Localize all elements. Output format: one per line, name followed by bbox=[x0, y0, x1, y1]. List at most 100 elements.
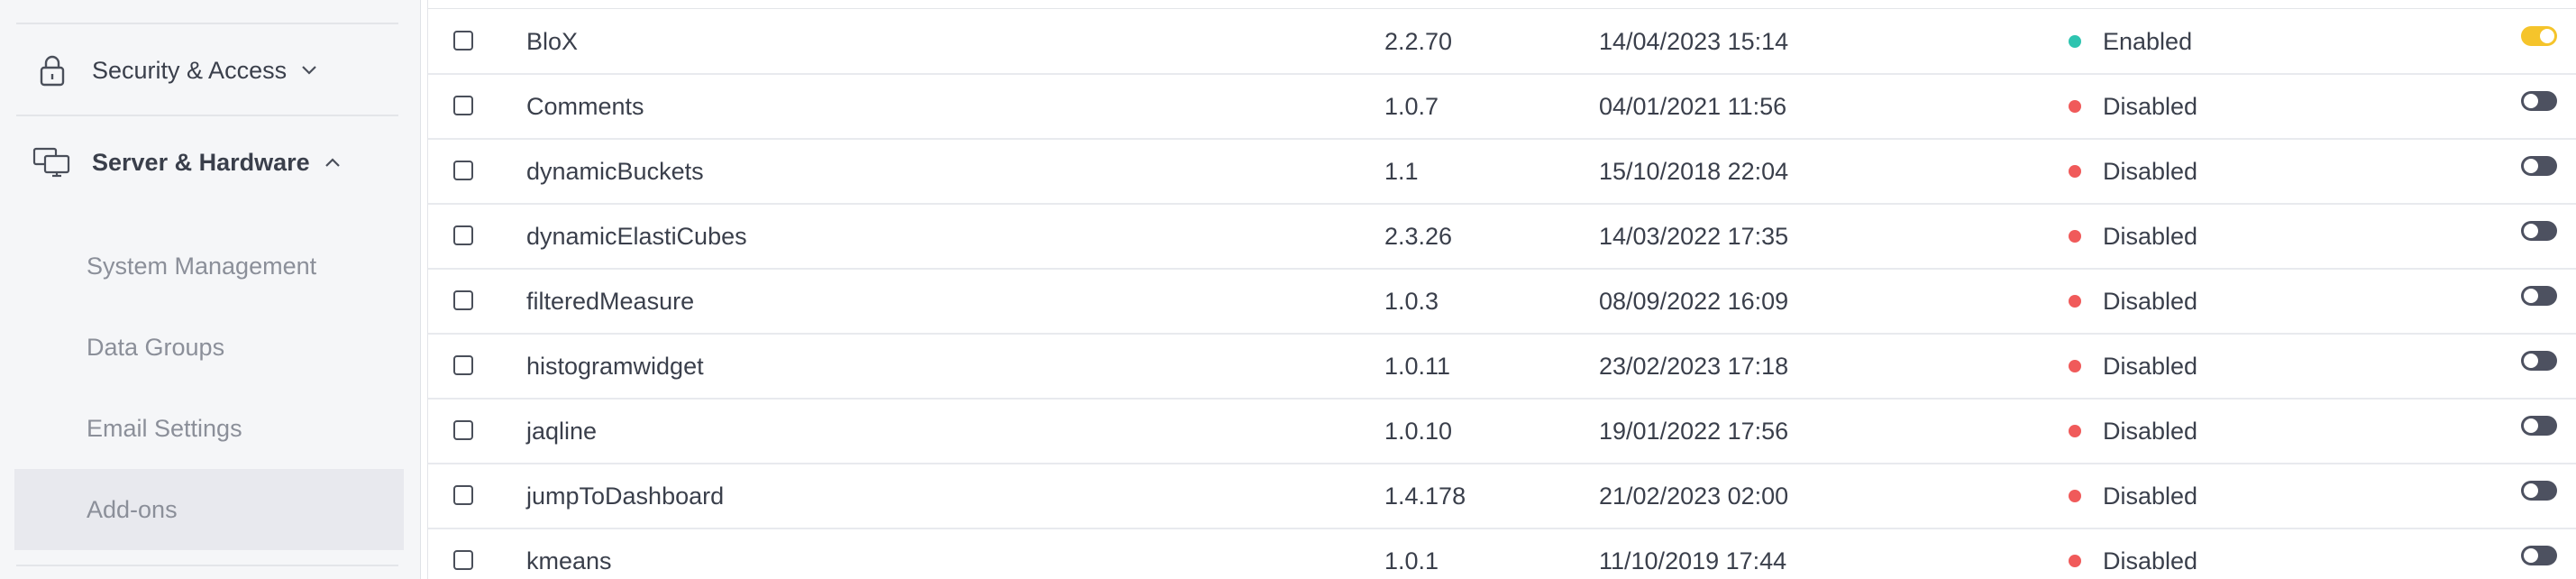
addon-status: Enabled bbox=[2069, 10, 2192, 73]
addon-status-label: Disabled bbox=[2103, 352, 2198, 380]
admin-app: Security & Access Server & Hardware Syst… bbox=[0, 0, 2576, 579]
sidebar-divider bbox=[16, 115, 398, 116]
addon-enable-toggle[interactable] bbox=[2521, 416, 2557, 436]
addon-enable-toggle[interactable] bbox=[2521, 91, 2557, 111]
sidebar-divider bbox=[16, 23, 398, 24]
row-select-checkbox[interactable] bbox=[453, 225, 473, 245]
addon-enable-toggle[interactable] bbox=[2521, 351, 2557, 371]
sidebar-group-server[interactable]: Server & Hardware bbox=[16, 129, 404, 196]
addon-status-label: Disabled bbox=[2103, 417, 2198, 445]
row-select-checkbox[interactable] bbox=[453, 290, 473, 310]
lock-icon bbox=[31, 49, 74, 92]
status-dot-icon bbox=[2069, 295, 2081, 308]
addon-name: jumpToDashboard bbox=[526, 482, 725, 510]
sidebar-item-data-groups[interactable]: Data Groups bbox=[14, 307, 404, 388]
toggle-knob bbox=[2522, 92, 2540, 110]
addon-version: 1.0.3 bbox=[1384, 287, 1439, 315]
addon-name: filteredMeasure bbox=[526, 287, 695, 315]
table-row: dynamicElastiCubes 2.3.26 14/03/2022 17:35… bbox=[428, 205, 2576, 270]
addon-name: kmeans bbox=[526, 547, 612, 574]
sidebar-item-system-management[interactable]: System Management bbox=[14, 225, 404, 307]
addon-enable-toggle[interactable] bbox=[2521, 481, 2557, 501]
monitors-icon bbox=[31, 141, 74, 184]
table-top-border bbox=[428, 8, 2576, 9]
addon-name: histogramwidget bbox=[526, 352, 704, 380]
addon-enable-toggle[interactable] bbox=[2521, 546, 2557, 565]
addon-name: dynamicElastiCubes bbox=[526, 222, 747, 250]
addon-status: Disabled bbox=[2069, 400, 2197, 463]
addon-install-date: 23/02/2023 17:18 bbox=[1599, 352, 1789, 380]
status-dot-icon bbox=[2069, 360, 2081, 372]
sidebar-item-label: Email Settings bbox=[87, 414, 242, 442]
sidebar-group-label: Server & Hardware bbox=[92, 148, 310, 176]
toggle-knob bbox=[2522, 157, 2540, 175]
sidebar-group-label: Security & Access bbox=[92, 56, 288, 84]
status-dot-icon bbox=[2069, 35, 2081, 48]
addon-version: 1.0.11 bbox=[1384, 352, 1451, 380]
row-select-checkbox[interactable] bbox=[453, 355, 473, 375]
addons-table: BloX 2.2.70 14/04/2023 15:14 Enabled Comment… bbox=[427, 0, 2576, 579]
addon-status: Disabled bbox=[2069, 205, 2197, 268]
sidebar-divider bbox=[16, 565, 398, 566]
toggle-knob bbox=[2522, 547, 2540, 565]
toggle-knob bbox=[2522, 287, 2540, 305]
sidebar-item-add-ons[interactable]: Add-ons bbox=[14, 469, 404, 550]
addon-version: 2.2.70 bbox=[1384, 27, 1453, 55]
addon-status-label: Disabled bbox=[2103, 482, 2198, 510]
addon-install-date: 08/09/2022 16:09 bbox=[1599, 287, 1789, 315]
status-dot-icon bbox=[2069, 100, 2081, 113]
table-row: filteredMeasure 1.0.3 08/09/2022 16:09 Disa… bbox=[428, 270, 2576, 335]
addon-install-date: 11/10/2019 17:44 bbox=[1599, 547, 1787, 574]
chevron-down-icon bbox=[299, 60, 319, 80]
addon-status-label: Disabled bbox=[2103, 287, 2198, 315]
addon-status: Disabled bbox=[2069, 335, 2197, 398]
addon-version: 1.0.1 bbox=[1384, 547, 1439, 574]
addon-install-date: 21/02/2023 02:00 bbox=[1599, 482, 1789, 510]
addon-version: 1.1 bbox=[1384, 157, 1419, 185]
table-row: jaqline 1.0.10 19/01/2022 17:56 Disabled bbox=[428, 400, 2576, 464]
addon-name: Comments bbox=[526, 92, 644, 120]
row-select-checkbox[interactable] bbox=[453, 550, 473, 570]
row-select-checkbox[interactable] bbox=[453, 96, 473, 115]
table-row: dynamicBuckets 1.1 15/10/2018 22:04 Disable… bbox=[428, 140, 2576, 205]
sidebar-group-security[interactable]: Security & Access bbox=[16, 37, 404, 104]
sidebar-item-email-settings[interactable]: Email Settings bbox=[14, 388, 404, 469]
sidebar-item-label: System Management bbox=[87, 252, 317, 280]
toggle-knob bbox=[2522, 482, 2540, 500]
addon-install-date: 14/03/2022 17:35 bbox=[1599, 222, 1789, 250]
row-select-checkbox[interactable] bbox=[453, 31, 473, 51]
table-row: jumpToDashboard 1.4.178 21/02/2023 02:00 Di… bbox=[428, 464, 2576, 529]
table-row: Comments 1.0.7 04/01/2021 11:56 Disabled bbox=[428, 75, 2576, 140]
table-row: BloX 2.2.70 14/04/2023 15:14 Enabled bbox=[428, 10, 2576, 75]
toggle-knob bbox=[2522, 417, 2540, 435]
toggle-knob bbox=[2522, 222, 2540, 240]
addon-version: 1.0.10 bbox=[1384, 417, 1453, 445]
addon-enable-toggle[interactable] bbox=[2521, 286, 2557, 306]
sidebar: Security & Access Server & Hardware Syst… bbox=[0, 0, 421, 579]
addon-version: 2.3.26 bbox=[1384, 222, 1453, 250]
addon-version: 1.4.178 bbox=[1384, 482, 1466, 510]
addon-status-label: Disabled bbox=[2103, 547, 2198, 574]
addon-enable-toggle[interactable] bbox=[2521, 26, 2557, 46]
addon-status: Disabled bbox=[2069, 140, 2197, 203]
status-dot-icon bbox=[2069, 490, 2081, 502]
addon-status: Disabled bbox=[2069, 75, 2197, 138]
addon-version: 1.0.7 bbox=[1384, 92, 1439, 120]
addon-enable-toggle[interactable] bbox=[2521, 156, 2557, 176]
addon-status: Disabled bbox=[2069, 270, 2197, 333]
toggle-knob bbox=[2538, 27, 2556, 45]
addon-name: BloX bbox=[526, 27, 579, 55]
row-select-checkbox[interactable] bbox=[453, 485, 473, 505]
toggle-knob bbox=[2522, 352, 2540, 370]
row-select-checkbox[interactable] bbox=[453, 420, 473, 440]
table-row: kmeans 1.0.1 11/10/2019 17:44 Disabled bbox=[428, 529, 2576, 579]
addon-name: jaqline bbox=[526, 417, 598, 445]
status-dot-icon bbox=[2069, 425, 2081, 437]
table-row: histogramwidget 1.0.11 23/02/2023 17:18 Dis… bbox=[428, 335, 2576, 400]
addon-status-label: Disabled bbox=[2103, 92, 2198, 120]
row-select-checkbox[interactable] bbox=[453, 161, 473, 180]
addon-install-date: 04/01/2021 11:56 bbox=[1599, 92, 1787, 120]
addon-enable-toggle[interactable] bbox=[2521, 221, 2557, 241]
addon-status: Disabled bbox=[2069, 464, 2197, 528]
addon-status: Disabled bbox=[2069, 529, 2197, 579]
